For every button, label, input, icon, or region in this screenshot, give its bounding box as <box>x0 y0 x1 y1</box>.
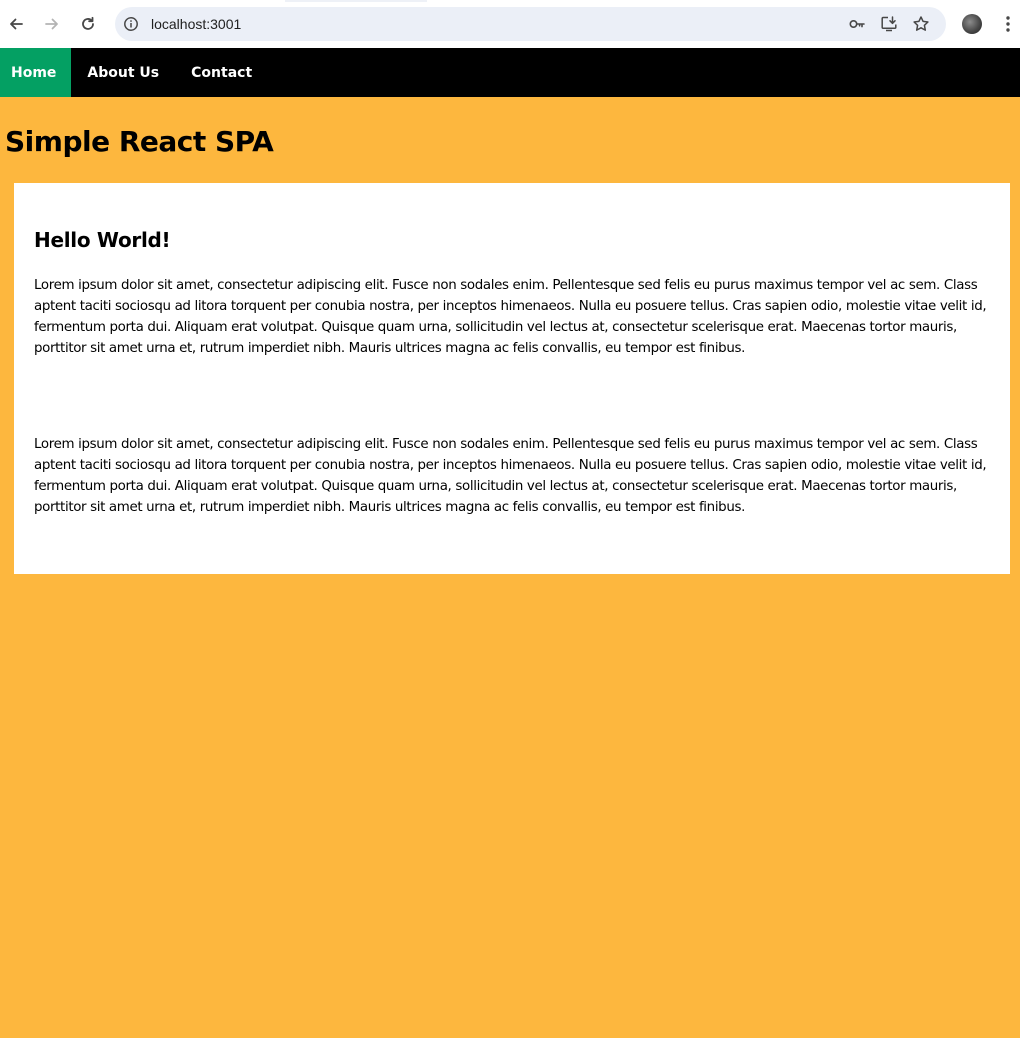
install-app-icon[interactable] <box>880 15 898 33</box>
kebab-menu-icon[interactable] <box>998 14 1018 34</box>
browser-toolbar <box>0 0 1020 48</box>
profile-avatar[interactable] <box>962 14 982 34</box>
forward-arrow-icon[interactable] <box>40 12 64 36</box>
card-paragraph: Lorem ipsum dolor sit amet, consectetur … <box>34 278 987 356</box>
page-title: Simple React SPA <box>5 125 274 158</box>
url-input[interactable] <box>151 7 831 41</box>
nav-about-link[interactable]: About Us <box>71 48 175 97</box>
reload-icon[interactable] <box>76 12 100 36</box>
back-arrow-icon[interactable] <box>4 12 28 36</box>
nav-contact-link[interactable]: Contact <box>175 48 268 97</box>
site-info-icon[interactable] <box>123 16 139 32</box>
nav-home-link[interactable]: Home <box>0 48 72 97</box>
top-navigation: Home About Us Contact <box>0 48 1020 97</box>
content-card: Hello World! Lorem ipsum dolor sit amet,… <box>14 183 1010 574</box>
active-tab-indicator <box>285 0 427 2</box>
password-key-icon[interactable] <box>848 15 866 33</box>
address-bar[interactable] <box>115 7 946 41</box>
card-paragraph: Lorem ipsum dolor sit amet, consectetur … <box>34 437 987 515</box>
card-heading: Hello World! <box>34 228 171 252</box>
page-body: Home About Us Contact Simple React SPA H… <box>0 48 1020 1038</box>
bookmark-star-icon[interactable] <box>912 15 930 33</box>
